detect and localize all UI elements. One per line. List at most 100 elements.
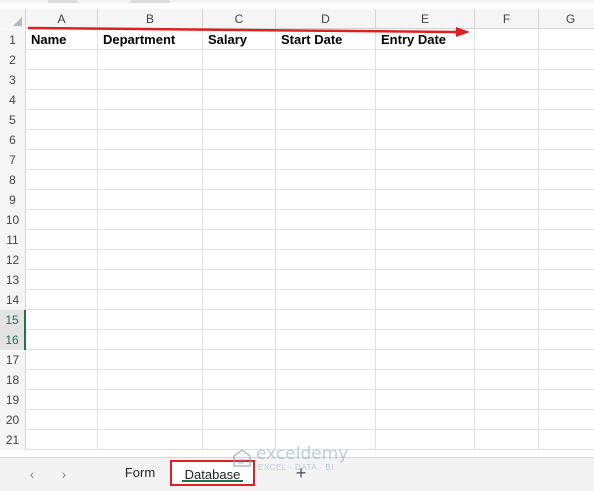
cell-g21[interactable] <box>539 430 594 450</box>
cell-b2[interactable] <box>98 50 203 70</box>
row-header[interactable]: 7 <box>0 150 26 170</box>
cell-a16[interactable] <box>26 330 98 350</box>
cell-c9[interactable] <box>203 190 276 210</box>
cell-g11[interactable] <box>539 230 594 250</box>
cell-d17[interactable] <box>276 350 376 370</box>
cell-b16[interactable] <box>98 330 203 350</box>
cell-a2[interactable] <box>26 50 98 70</box>
prev-sheet-icon[interactable]: ‹ <box>22 464 42 484</box>
cell-g3[interactable] <box>539 70 594 90</box>
cell-a7[interactable] <box>26 150 98 170</box>
cell-e21[interactable] <box>376 430 475 450</box>
cell-b13[interactable] <box>98 270 203 290</box>
cell-d7[interactable] <box>276 150 376 170</box>
cell-d2[interactable] <box>276 50 376 70</box>
cell-c15[interactable] <box>203 310 276 330</box>
cell-c4[interactable] <box>203 90 276 110</box>
cell-c5[interactable] <box>203 110 276 130</box>
cell-f17[interactable] <box>475 350 539 370</box>
cell-e15[interactable] <box>376 310 475 330</box>
cell-e8[interactable] <box>376 170 475 190</box>
cell-f3[interactable] <box>475 70 539 90</box>
cell-c13[interactable] <box>203 270 276 290</box>
cell-d14[interactable] <box>276 290 376 310</box>
cell-c18[interactable] <box>203 370 276 390</box>
cell-a8[interactable] <box>26 170 98 190</box>
row-header[interactable]: 5 <box>0 110 26 130</box>
cell-g1[interactable] <box>539 30 594 50</box>
cell-d6[interactable] <box>276 130 376 150</box>
cell-e4[interactable] <box>376 90 475 110</box>
cell-g8[interactable] <box>539 170 594 190</box>
cell-g18[interactable] <box>539 370 594 390</box>
cell-e3[interactable] <box>376 70 475 90</box>
cell-e9[interactable] <box>376 190 475 210</box>
column-header-b[interactable]: B <box>98 9 203 29</box>
cell-f20[interactable] <box>475 410 539 430</box>
cell-b8[interactable] <box>98 170 203 190</box>
cell-f14[interactable] <box>475 290 539 310</box>
cell-e16[interactable] <box>376 330 475 350</box>
cell-g4[interactable] <box>539 90 594 110</box>
row-header[interactable]: 4 <box>0 90 26 110</box>
cell-f10[interactable] <box>475 210 539 230</box>
row-header[interactable]: 21 <box>0 430 26 450</box>
cell-e5[interactable] <box>376 110 475 130</box>
cell-g16[interactable] <box>539 330 594 350</box>
cell-e10[interactable] <box>376 210 475 230</box>
cell-f7[interactable] <box>475 150 539 170</box>
cell-e6[interactable] <box>376 130 475 150</box>
cell-e13[interactable] <box>376 270 475 290</box>
row-header[interactable]: 3 <box>0 70 26 90</box>
cell-f9[interactable] <box>475 190 539 210</box>
cell-d12[interactable] <box>276 250 376 270</box>
cell-a13[interactable] <box>26 270 98 290</box>
cell-c3[interactable] <box>203 70 276 90</box>
row-header[interactable]: 2 <box>0 50 26 70</box>
cell-d20[interactable] <box>276 410 376 430</box>
cell-a6[interactable] <box>26 130 98 150</box>
cell-e19[interactable] <box>376 390 475 410</box>
row-header[interactable]: 20 <box>0 410 26 430</box>
cell-a18[interactable] <box>26 370 98 390</box>
row-header[interactable]: 11 <box>0 230 26 250</box>
cell-c1[interactable]: Salary <box>203 30 276 50</box>
cell-a15[interactable] <box>26 310 98 330</box>
row-header[interactable]: 13 <box>0 270 26 290</box>
cell-b7[interactable] <box>98 150 203 170</box>
cell-f21[interactable] <box>475 430 539 450</box>
select-all-button[interactable] <box>0 9 26 29</box>
cell-g2[interactable] <box>539 50 594 70</box>
cell-a4[interactable] <box>26 90 98 110</box>
row-header[interactable]: 14 <box>0 290 26 310</box>
row-header[interactable]: 8 <box>0 170 26 190</box>
cell-a11[interactable] <box>26 230 98 250</box>
column-header-e[interactable]: E <box>376 9 475 29</box>
cell-c14[interactable] <box>203 290 276 310</box>
cell-f16[interactable] <box>475 330 539 350</box>
cell-b17[interactable] <box>98 350 203 370</box>
cell-a21[interactable] <box>26 430 98 450</box>
cell-d3[interactable] <box>276 70 376 90</box>
cell-d1[interactable]: Start Date <box>276 30 376 50</box>
column-header-g[interactable]: G <box>539 9 594 29</box>
cell-g20[interactable] <box>539 410 594 430</box>
row-header[interactable]: 1 <box>0 30 26 50</box>
cell-f12[interactable] <box>475 250 539 270</box>
cell-e11[interactable] <box>376 230 475 250</box>
cell-g17[interactable] <box>539 350 594 370</box>
cell-a19[interactable] <box>26 390 98 410</box>
cell-b12[interactable] <box>98 250 203 270</box>
row-header[interactable]: 12 <box>0 250 26 270</box>
cell-c8[interactable] <box>203 170 276 190</box>
cell-b20[interactable] <box>98 410 203 430</box>
sheet-tab-form[interactable]: Form <box>112 460 168 486</box>
cell-b19[interactable] <box>98 390 203 410</box>
cell-b10[interactable] <box>98 210 203 230</box>
row-header[interactable]: 6 <box>0 130 26 150</box>
next-sheet-icon[interactable]: › <box>54 464 74 484</box>
cell-f5[interactable] <box>475 110 539 130</box>
cell-d16[interactable] <box>276 330 376 350</box>
cell-f2[interactable] <box>475 50 539 70</box>
cell-g6[interactable] <box>539 130 594 150</box>
